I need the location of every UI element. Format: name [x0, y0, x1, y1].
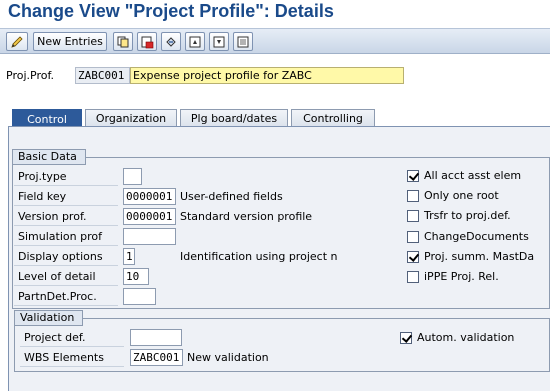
autom-validation-checkbox[interactable]: Autom. validation — [400, 331, 514, 344]
tab-controlling[interactable]: Controlling — [291, 109, 375, 127]
wbs-elements-label: WBS Elements — [20, 349, 124, 367]
proj-prof-label: Proj.Prof. — [6, 69, 55, 82]
simulation-prof-label: Simulation prof — [14, 228, 118, 246]
checkbox-label: Autom. validation — [417, 331, 515, 344]
checkbox-label: ChangeDocuments — [424, 230, 529, 243]
display-options-input[interactable]: 1 — [123, 248, 135, 265]
export-icon — [237, 36, 249, 47]
copy-icon — [117, 36, 129, 47]
checkbox-box[interactable] — [407, 230, 419, 243]
checkbox-label: Proj. summ. MastDa — [424, 250, 535, 263]
partn-det-proc-input[interactable] — [123, 288, 156, 305]
checkbox-box[interactable] — [407, 189, 419, 202]
wbs-elements-description: New validation — [187, 351, 269, 364]
version-prof-input[interactable]: 0000001 — [123, 208, 176, 225]
checkbox-box[interactable] — [407, 169, 419, 182]
next-entry-icon — [213, 36, 225, 47]
version-prof-description: Standard version profile — [180, 210, 313, 223]
proj-prof-description-field[interactable]: Expense project profile for ZABC — [130, 67, 404, 84]
change-documents-checkbox[interactable]: ChangeDocuments — [407, 230, 529, 243]
tab-organization[interactable]: Organization — [85, 109, 177, 127]
page-title: Change View "Project Profile": Details — [8, 1, 334, 21]
edit-icon — [11, 35, 23, 48]
display-options-description: Identification using project n — [180, 250, 338, 263]
partn-det-proc-label: PartnDet.Proc. — [14, 288, 118, 306]
display-options-label: Display options — [14, 248, 118, 266]
checkbox-box[interactable] — [407, 250, 419, 263]
simulation-prof-input[interactable] — [123, 228, 176, 245]
delete-button[interactable] — [137, 32, 157, 51]
application-toolbar: New Entries — [0, 28, 550, 54]
only-one-root-checkbox[interactable]: Only one root — [407, 189, 499, 202]
proj-type-input[interactable] — [123, 168, 142, 185]
project-def-input[interactable] — [130, 329, 182, 346]
checkbox-label: Trsfr to proj.def. — [424, 209, 511, 222]
field-key-description: User-defined fields — [180, 190, 283, 203]
wbs-elements-input[interactable]: ZABC001 — [130, 349, 183, 366]
undo-icon — [166, 36, 176, 47]
first-entry-icon — [189, 36, 201, 47]
proj-type-label: Proj.type — [14, 168, 118, 186]
export-button[interactable] — [233, 32, 253, 51]
checkbox-box[interactable] — [407, 209, 419, 222]
version-prof-label: Version prof. — [14, 208, 118, 226]
trsfr-to-proj-def-checkbox[interactable]: Trsfr to proj.def. — [407, 209, 511, 222]
level-of-detail-label: Level of detail — [14, 268, 118, 286]
checkbox-box[interactable] — [407, 270, 419, 283]
field-key-input[interactable]: 0000001 — [123, 188, 176, 205]
undo-button[interactable] — [161, 32, 181, 51]
level-of-detail-input[interactable]: 10 — [123, 268, 149, 285]
first-entry-button[interactable] — [185, 32, 205, 51]
proj-summ-mastda-checkbox[interactable]: Proj. summ. MastDa — [407, 250, 534, 263]
checkbox-label: All acct asst elem — [424, 169, 522, 182]
field-key-label: Field key — [14, 188, 118, 206]
validation-title: Validation — [14, 310, 84, 326]
proj-prof-field: ZABC001 — [75, 67, 130, 84]
all-acct-asst-elem-checkbox[interactable]: All acct asst elem — [407, 169, 521, 182]
next-entry-button[interactable] — [209, 32, 229, 51]
new-entries-button[interactable]: New Entries — [33, 32, 107, 51]
ippe-proj-rel-checkbox[interactable]: iPPE Proj. Rel. — [407, 270, 499, 283]
copy-button[interactable] — [113, 32, 133, 51]
basic-data-title: Basic Data — [12, 149, 86, 165]
checkbox-label: Only one root — [424, 189, 499, 202]
edit-button[interactable] — [6, 32, 28, 51]
checkbox-label: iPPE Proj. Rel. — [424, 270, 499, 283]
delete-icon — [141, 36, 154, 48]
project-def-label: Project def. — [20, 329, 124, 347]
tab-plg-board-dates[interactable]: Plg board/dates — [180, 109, 288, 127]
checkbox-box[interactable] — [400, 331, 412, 344]
